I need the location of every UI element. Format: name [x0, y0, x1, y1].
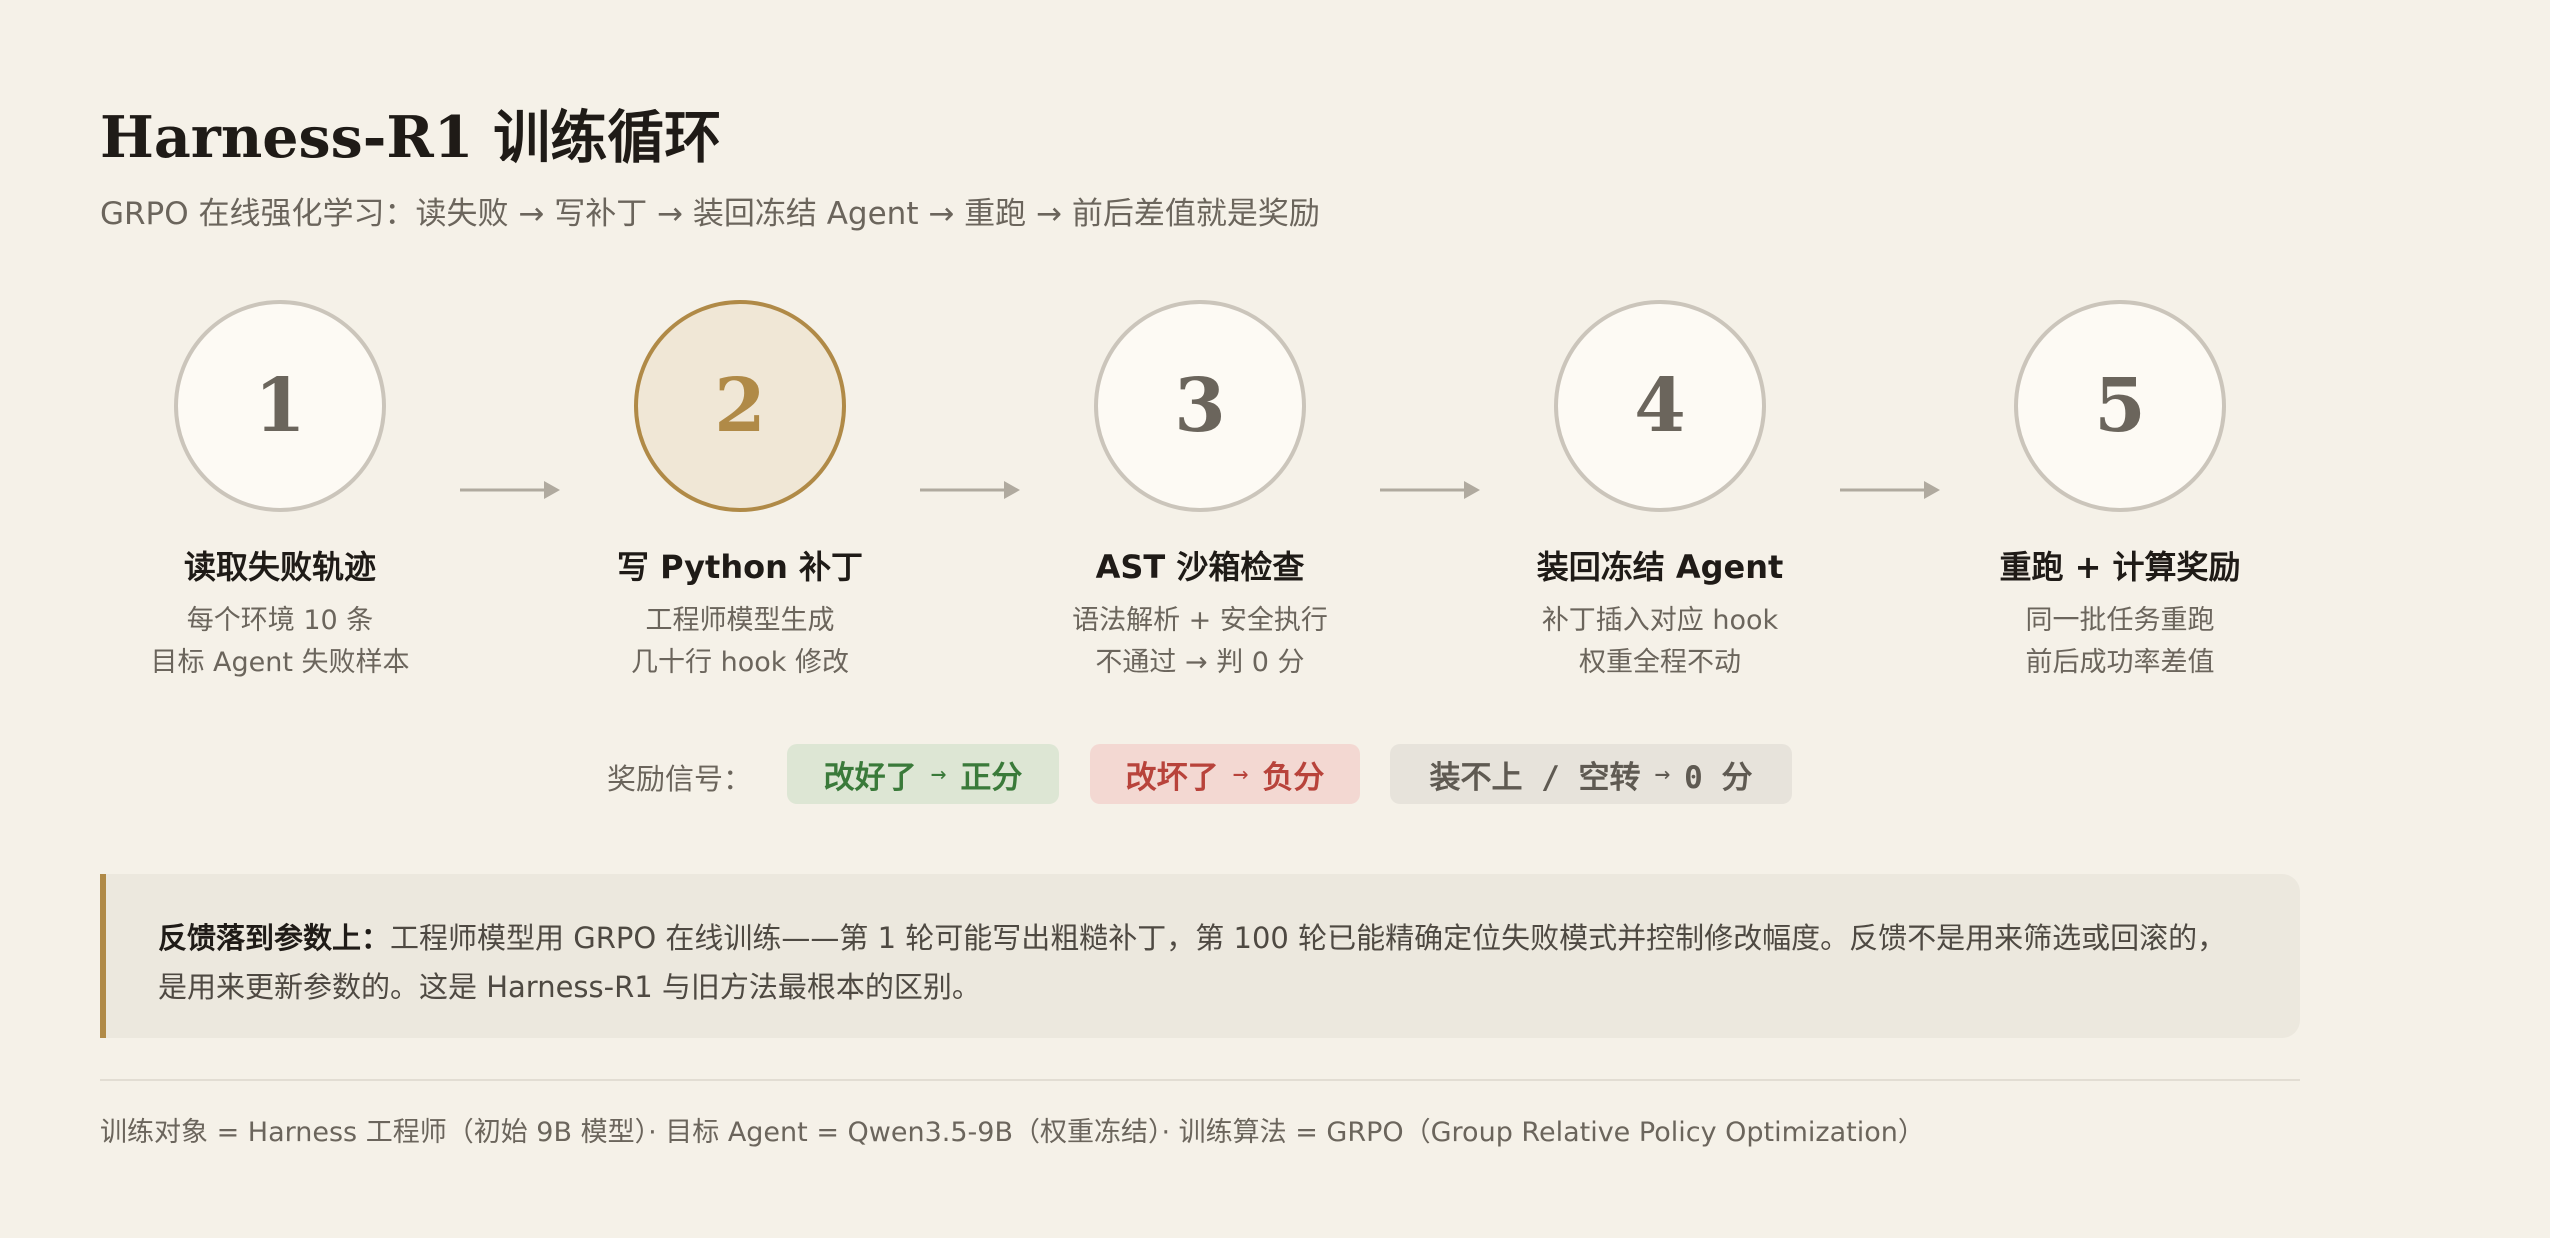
- step-4: 4 装回冻结 Agent 补丁插入对应 hook 权重全程不动: [1480, 300, 1840, 684]
- reward-negative-badge: 改坏了 → 负分: [1090, 744, 1360, 804]
- step-title: 写 Python 补丁: [616, 548, 864, 586]
- step-description-line: 语法解析 + 安全执行: [1072, 605, 1328, 636]
- step-number-circle: 4: [1554, 300, 1766, 512]
- page-subtitle: GRPO 在线强化学习：读失败 → 写补丁 → 装回冻结 Agent → 重跑 …: [100, 196, 1320, 232]
- arrow-right-icon: [1380, 481, 1480, 499]
- divider: [100, 1079, 2300, 1081]
- reward-positive-badge: 改好了 → 正分: [787, 744, 1059, 804]
- arrow-right-icon: →: [1654, 759, 1671, 789]
- callout-body: 工程师模型用 GRPO 在线训练——第 1 轮可能写出粗糙补丁，第 100 轮已…: [158, 921, 2227, 1004]
- step-title: 重跑 + 计算奖励: [1999, 548, 2241, 586]
- step-description-line: 权重全程不动: [1579, 647, 1741, 678]
- footer-note: 训练对象 = Harness 工程师（初始 9B 模型）· 目标 Agent =…: [100, 1117, 1925, 1148]
- step-5: 5 重跑 + 计算奖励 同一批任务重跑 前后成功率差值: [1940, 300, 2300, 684]
- step-description-line: 前后成功率差值: [2025, 647, 2215, 678]
- step-title: 装回冻结 Agent: [1536, 548, 1784, 586]
- reward-signal-label: 奖励信号：: [607, 762, 753, 796]
- step-number-circle: 1: [174, 300, 386, 512]
- reward-zero-badge: 装不上 / 空转 → 0 分: [1390, 744, 1792, 804]
- step-description-line: 补丁插入对应 hook: [1541, 605, 1779, 636]
- reward-positive-condition: 改好了: [823, 759, 917, 796]
- reward-zero-condition: 装不上 / 空转: [1429, 759, 1641, 796]
- arrow-right-icon: →: [1232, 759, 1249, 789]
- arrow-right-icon: →: [930, 759, 947, 789]
- step-1: 1 读取失败轨迹 每个环境 10 条 目标 Agent 失败样本: [100, 300, 460, 684]
- step-title: AST 沙箱检查: [1095, 548, 1305, 586]
- step-description-line: 目标 Agent 失败样本: [150, 647, 410, 678]
- step-description-line: 几十行 hook 修改: [631, 647, 849, 678]
- step-title: 读取失败轨迹: [183, 548, 376, 586]
- step-description-line: 工程师模型生成: [645, 605, 835, 636]
- step-number-circle: 2: [634, 300, 846, 512]
- step-number-circle: 5: [2014, 300, 2226, 512]
- feedback-callout: 反馈落到参数上：工程师模型用 GRPO 在线训练——第 1 轮可能写出粗糙补丁，…: [100, 874, 2300, 1038]
- step-description-line: 每个环境 10 条: [186, 605, 374, 636]
- step-3: 3 AST 沙箱检查 语法解析 + 安全执行 不通过 → 判 0 分: [1020, 300, 1380, 684]
- arrow-right-icon: [920, 481, 1020, 499]
- page-title: Harness-R1 训练循环: [100, 104, 722, 171]
- reward-negative-condition: 改坏了: [1125, 759, 1219, 796]
- arrow-right-icon: [1840, 481, 1940, 499]
- reward-positive-result: 正分: [960, 759, 1023, 796]
- step-description-line: 不通过 → 判 0 分: [1095, 647, 1305, 678]
- step-2: 2 写 Python 补丁 工程师模型生成 几十行 hook 修改: [560, 300, 920, 684]
- step-description-line: 同一批任务重跑: [2025, 605, 2215, 636]
- callout-lead: 反馈落到参数上：: [158, 921, 391, 955]
- reward-negative-result: 负分: [1262, 759, 1325, 796]
- step-number-circle: 3: [1094, 300, 1306, 512]
- arrow-right-icon: [460, 481, 560, 499]
- reward-zero-result: 0 分: [1684, 759, 1753, 796]
